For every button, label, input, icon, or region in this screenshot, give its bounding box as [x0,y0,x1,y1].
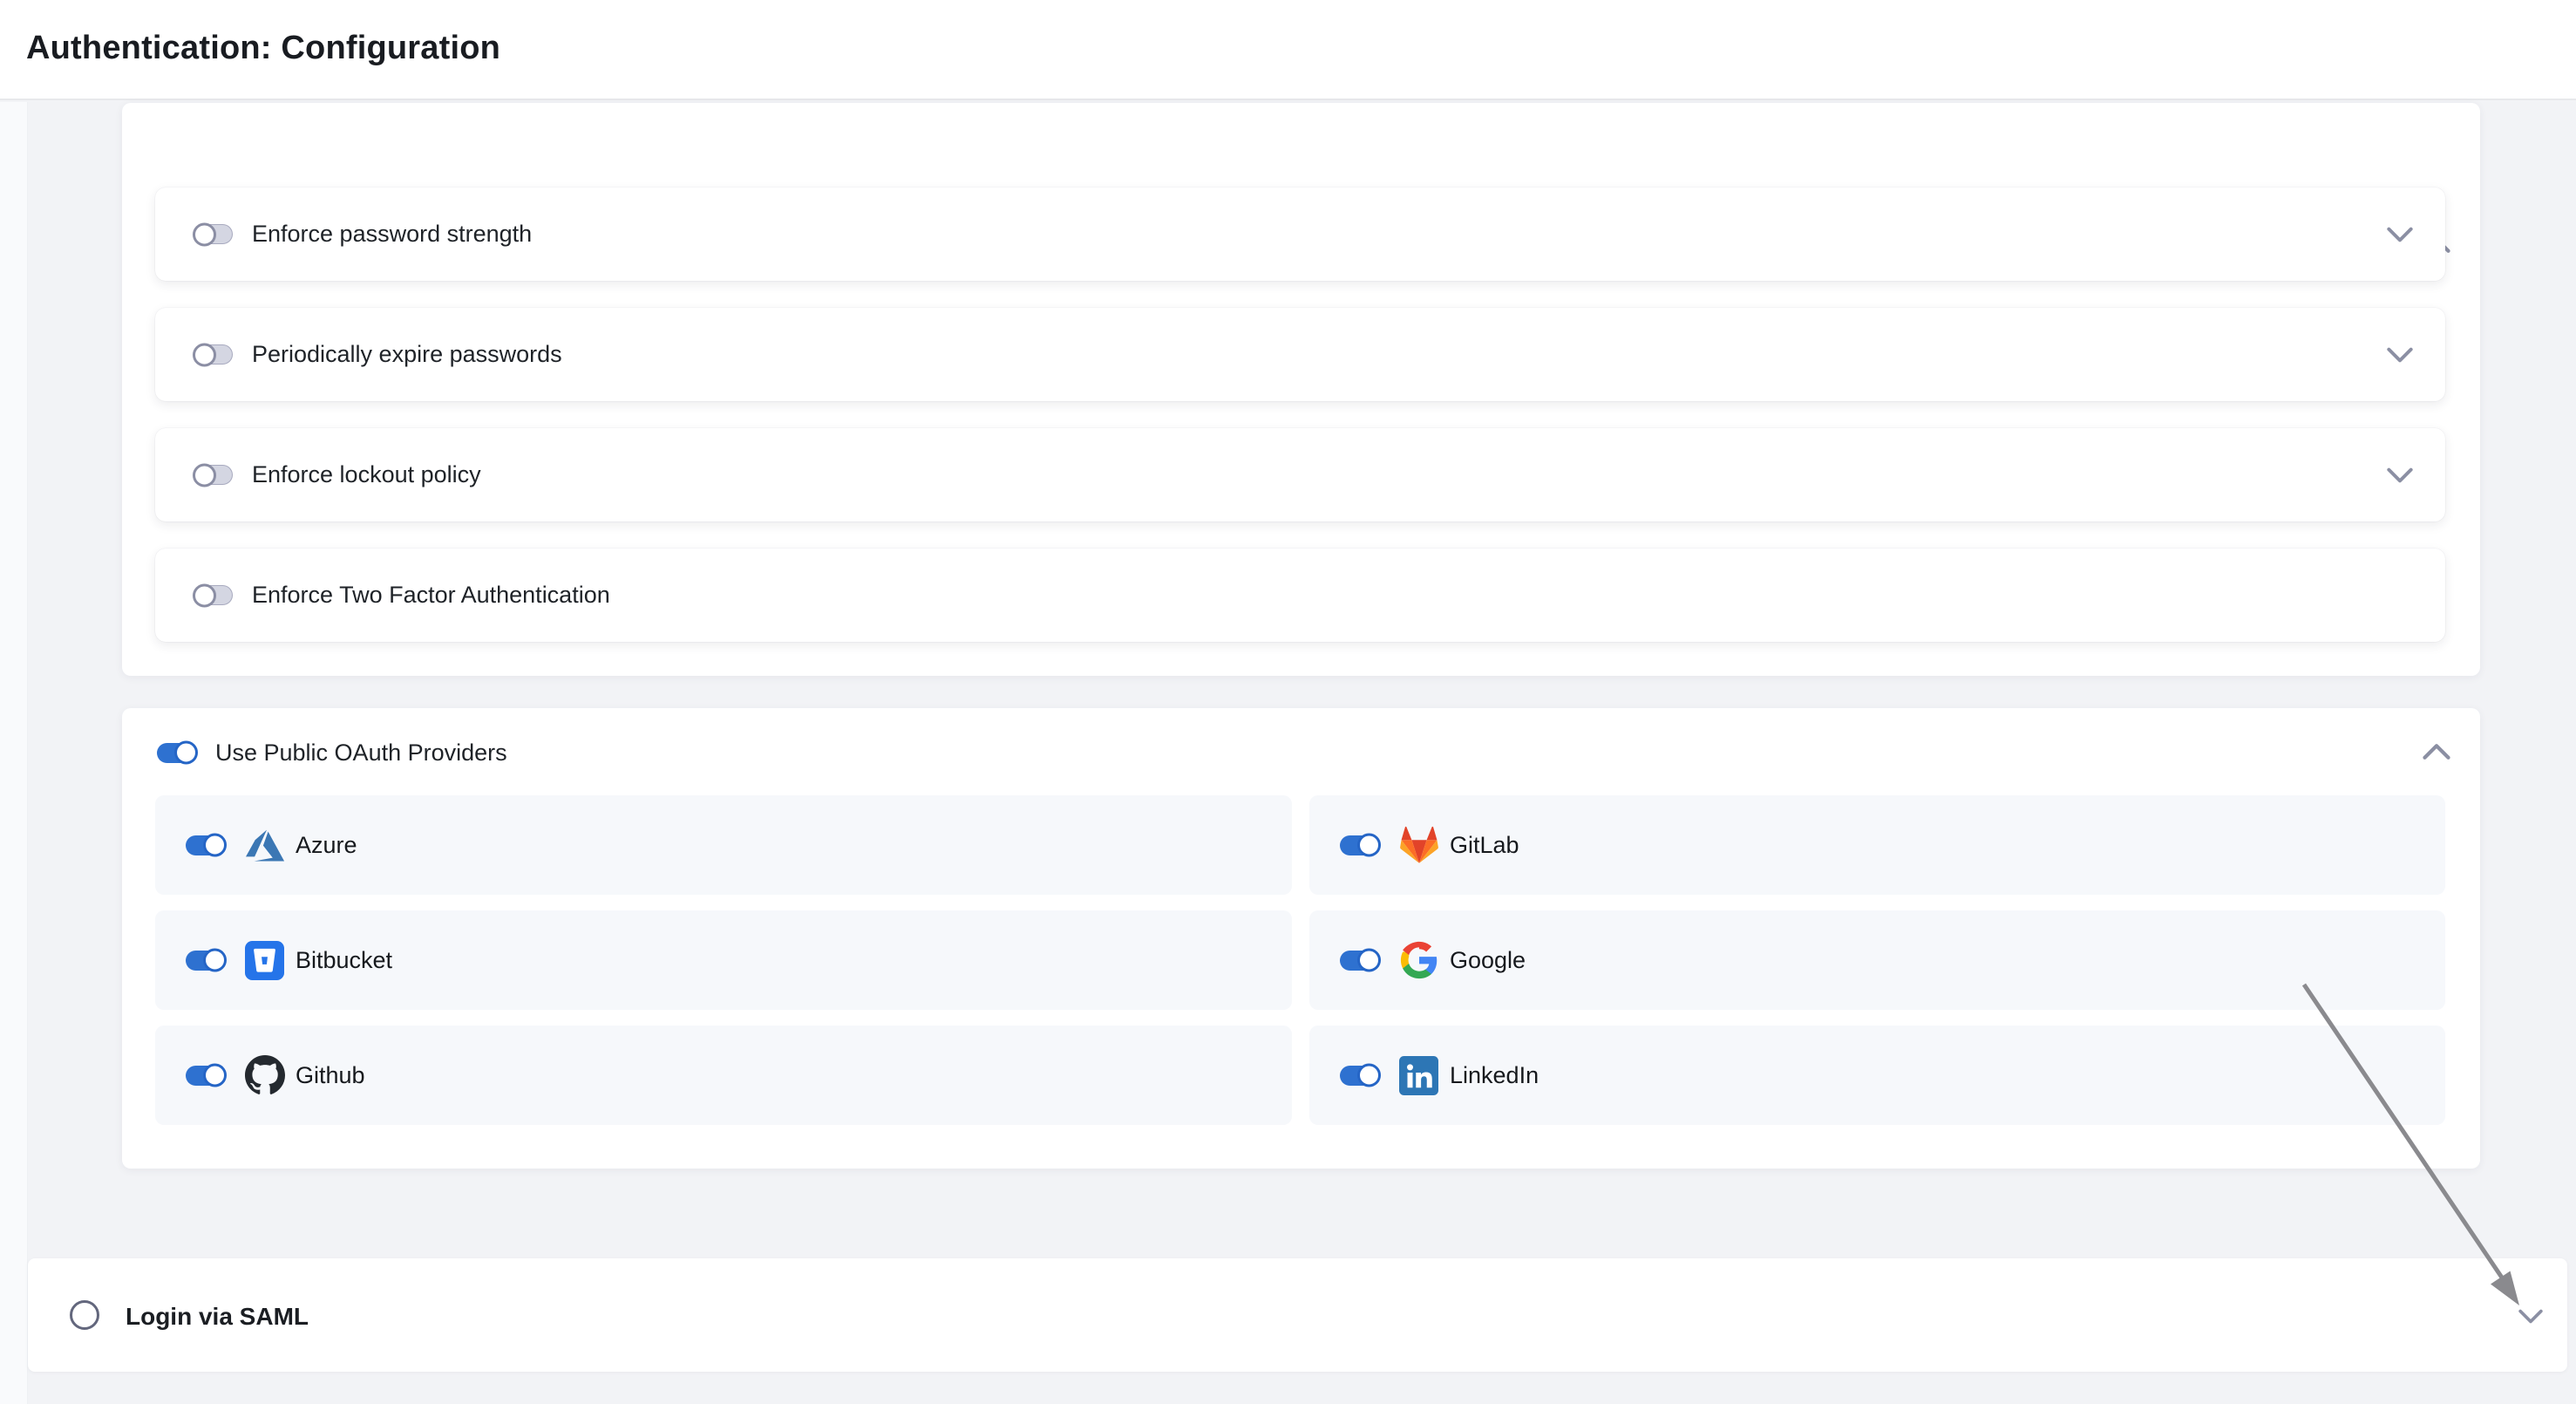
provider-label: Azure [296,832,357,859]
saml-radio-button[interactable] [70,1300,99,1330]
provider-row-azure: Azure [155,795,1292,895]
toggle-knob [193,463,216,487]
toggle-knob [203,834,227,857]
azure-toggle[interactable] [186,835,225,855]
option-card-expire-passwords: Periodically expire passwords [155,308,2445,401]
chevron-down-icon[interactable] [2387,227,2413,242]
provider-row-bitbucket: Bitbucket [155,910,1292,1010]
oauth-section-label: Use Public OAuth Providers [215,739,507,767]
enforce-password-strength-toggle[interactable] [194,224,233,244]
toggle-knob [174,741,198,765]
toggle-knob [193,343,216,366]
authentication-configuration-page: { "window": { "title": "Authentication: … [0,0,2576,1404]
toggle-knob [203,949,227,972]
linkedin-toggle[interactable] [1340,1066,1379,1086]
harness-auth-card: Use Harness username and password Enforc… [122,103,2480,676]
left-gutter [0,102,28,1404]
page-header: Authentication: Configuration [0,0,2576,100]
provider-row-google: Google [1309,910,2445,1010]
linkedin-icon [1398,1055,1439,1096]
lockout-policy-toggle[interactable] [194,465,233,485]
google-icon [1398,940,1439,981]
github-toggle[interactable] [186,1066,225,1086]
provider-label: GitLab [1450,832,1519,859]
chevron-up-icon[interactable] [2423,743,2450,760]
oauth-providers-card: Use Public OAuth Providers Azure [122,708,2480,1169]
provider-row-github: Github [155,1026,1292,1125]
option-card-password-strength: Enforce password strength [155,187,2445,281]
two-factor-auth-toggle[interactable] [194,585,233,605]
page-title: Authentication: Configuration [26,30,500,67]
chevron-down-icon[interactable] [2518,1309,2543,1324]
toggle-knob [193,222,216,246]
expire-passwords-toggle[interactable] [194,344,233,365]
toggle-knob [1357,834,1381,857]
chevron-down-icon[interactable] [2387,467,2413,483]
provider-label: LinkedIn [1450,1062,1539,1089]
toggle-knob [1357,949,1381,972]
saml-login-row: Login via SAML [28,1258,2567,1372]
option-label: Enforce password strength [252,221,532,248]
option-card-two-factor: Enforce Two Factor Authentication [155,549,2445,642]
gitlab-toggle[interactable] [1340,835,1379,855]
bitbucket-toggle[interactable] [186,951,225,971]
option-label: Enforce lockout policy [252,461,481,488]
toggle-knob [203,1064,227,1087]
use-oauth-providers-toggle[interactable] [157,743,196,763]
toggle-knob [1357,1064,1381,1087]
chevron-down-icon[interactable] [2387,347,2413,363]
google-toggle[interactable] [1340,951,1379,971]
option-label: Periodically expire passwords [252,341,562,368]
azure-icon [244,825,285,866]
provider-label: Bitbucket [296,947,392,974]
provider-label: Github [296,1062,365,1089]
toggle-knob [193,583,216,607]
saml-label: Login via SAML [126,1303,309,1331]
option-card-lockout-policy: Enforce lockout policy [155,428,2445,521]
oauth-provider-grid: Azure GitLab [155,795,2445,1125]
provider-row-gitlab: GitLab [1309,795,2445,895]
oauth-section-header: Use Public OAuth Providers [157,741,507,764]
bitbucket-icon [244,940,285,981]
provider-label: Google [1450,947,1526,974]
provider-row-linkedin: LinkedIn [1309,1026,2445,1125]
option-label: Enforce Two Factor Authentication [252,582,610,609]
github-icon [244,1055,285,1096]
gitlab-icon [1398,825,1439,866]
